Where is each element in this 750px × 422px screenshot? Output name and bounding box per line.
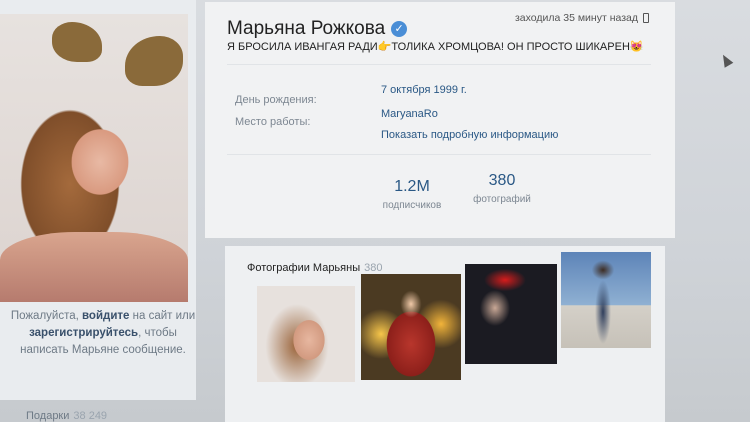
photos-header[interactable]: Фотографии Марьяны 380 [247, 262, 382, 274]
photo-thumbnail[interactable] [257, 286, 355, 382]
work-label: Место работы: [235, 116, 311, 128]
photos-block: Фотографии Марьяны 380 [225, 246, 665, 422]
login-note-text: Пожалуйста, [10, 310, 83, 322]
profile-name: Марьяна Рожкова [227, 18, 386, 39]
cursor-icon [718, 52, 734, 68]
phone-icon [643, 13, 649, 23]
photos-counter[interactable]: 380 фотографий [457, 172, 547, 205]
photo-thumbnail[interactable] [465, 264, 557, 364]
followers-label: подписчиков [382, 200, 442, 211]
screen: Пожалуйста, войдите на сайт или зарегист… [0, 0, 750, 422]
verified-icon[interactable]: ✓ [391, 21, 408, 37]
birthday-label: День рождения: [235, 94, 317, 106]
last-seen: заходила 35 минут назад [515, 12, 649, 24]
register-link[interactable]: зарегистрируйтесь [29, 327, 138, 339]
antler-right [125, 36, 183, 86]
avatar-shoulders [0, 232, 188, 302]
photos-count-number: 380 [488, 172, 516, 189]
gifts-label: Подарки [26, 410, 70, 422]
profile-info-card: Марьяна Рожкова ✓ заходила 35 минут наза… [205, 2, 675, 238]
profile-status: Я БРОСИЛА ИВАНГАЯ РАДИ👉ТОЛИКА ХРОМЦОВА! … [227, 41, 644, 53]
show-more-info-link[interactable]: Показать подробную информацию [381, 129, 558, 141]
last-seen-text: заходила 35 минут назад [514, 12, 638, 24]
divider [227, 154, 651, 155]
login-link[interactable]: войдите [82, 310, 129, 322]
work-value[interactable]: MaryanaRo [381, 108, 438, 120]
photo-thumbnail[interactable] [561, 252, 651, 348]
divider [227, 64, 651, 65]
followers-counter[interactable]: 1.2M подписчиков [367, 178, 457, 211]
followers-count: 1.2M [394, 178, 430, 195]
photos-count-label: фотографий [473, 194, 531, 205]
birthday-value[interactable]: 7 октября 1999 г. [381, 84, 467, 96]
left-column: Пожалуйста, войдите на сайт или зарегист… [0, 0, 198, 422]
photo-thumbnail[interactable] [361, 274, 461, 380]
gifts-header[interactable]: Подарки 38 249 [26, 410, 107, 422]
photos-title-count: 380 [364, 262, 383, 274]
login-note-text: на сайт или [129, 310, 196, 322]
photos-title: Фотографии Марьяны [247, 262, 361, 274]
profile-avatar[interactable] [0, 14, 188, 302]
name-row: Марьяна Рожкова ✓ [227, 18, 408, 40]
antler-left [52, 22, 102, 62]
login-note: Пожалуйста, войдите на сайт или зарегист… [8, 308, 198, 359]
gifts-count: 38 249 [73, 410, 108, 422]
